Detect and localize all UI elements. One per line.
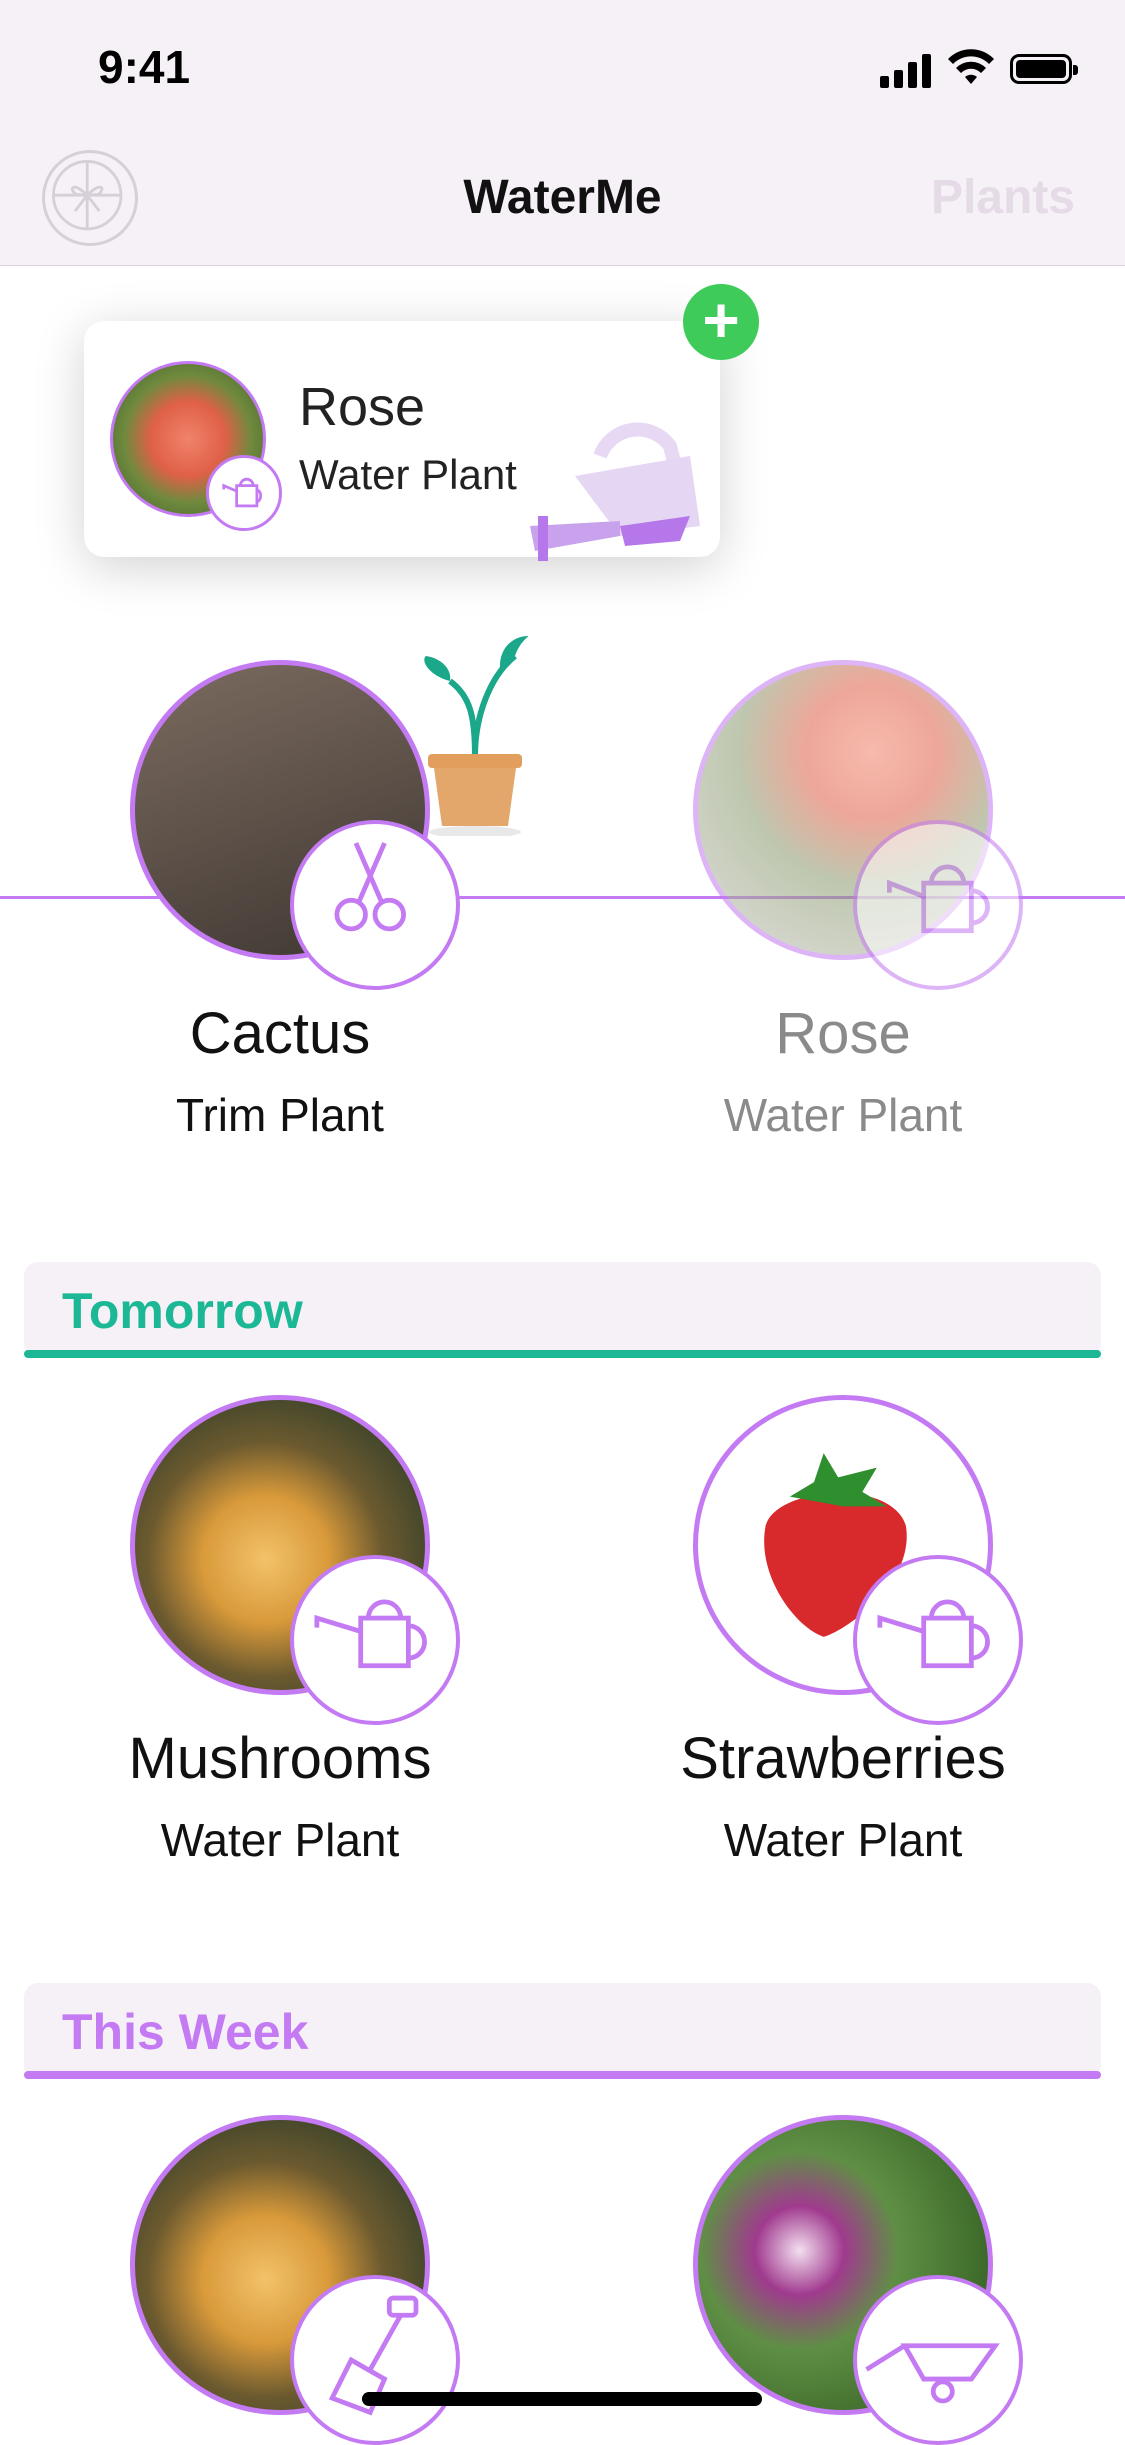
plants-button[interactable]: Plants [931, 170, 1075, 225]
home-indicator[interactable] [362, 2392, 762, 2406]
navigation-bar: 9:41 WaterMe Plants [0, 0, 1125, 267]
section-header-this-week: This Week [24, 1983, 1101, 2079]
watering-can-icon [853, 820, 1023, 990]
watering-can-icon [290, 1555, 460, 1725]
list-item[interactable] [0, 2115, 560, 2445]
plant-name: Cactus [189, 1001, 371, 1066]
list-item[interactable]: Strawberries Water Plant [563, 1395, 1123, 1875]
section-title: This Week [62, 2004, 309, 2060]
wifi-icon [948, 49, 994, 84]
reminder-plant-name: Rose [299, 377, 426, 437]
status-time: 9:41 [98, 41, 191, 93]
plant-name: Rose [775, 1001, 911, 1066]
plant-name: Mushrooms [128, 1726, 432, 1791]
watering-can-icon [853, 1555, 1023, 1725]
list-item[interactable]: Mushrooms Water Plant [0, 1395, 560, 1875]
cellular-signal-icon [880, 52, 934, 88]
section-divider [24, 1350, 1101, 1358]
section-header-tomorrow: Tomorrow [24, 1262, 1101, 1358]
list-item[interactable]: Cactus Trim Plant [0, 1000, 560, 1150]
plant-task: Trim Plant [176, 1089, 384, 1141]
list-item[interactable]: Rose Water Plant [563, 1000, 1123, 1150]
shovel-icon [290, 2275, 460, 2445]
plant-name: Strawberries [680, 1726, 1006, 1791]
reminder-task: Water Plant [299, 451, 517, 498]
plant-task: Water Plant [160, 1814, 400, 1866]
watering-can-icon [206, 455, 282, 531]
plant-task: Water Plant [723, 1089, 963, 1141]
plant-task: Water Plant [723, 1814, 963, 1866]
battery-icon [1010, 54, 1078, 84]
section-divider [24, 2071, 1101, 2079]
scissors-icon [290, 820, 460, 990]
watering-can-drop-target-icon [530, 422, 700, 561]
section-title: Tomorrow [62, 1283, 303, 1339]
wheelbarrow-icon [853, 2275, 1023, 2445]
add-plus-icon[interactable]: + [683, 284, 759, 360]
list-item[interactable] [563, 2115, 1123, 2445]
